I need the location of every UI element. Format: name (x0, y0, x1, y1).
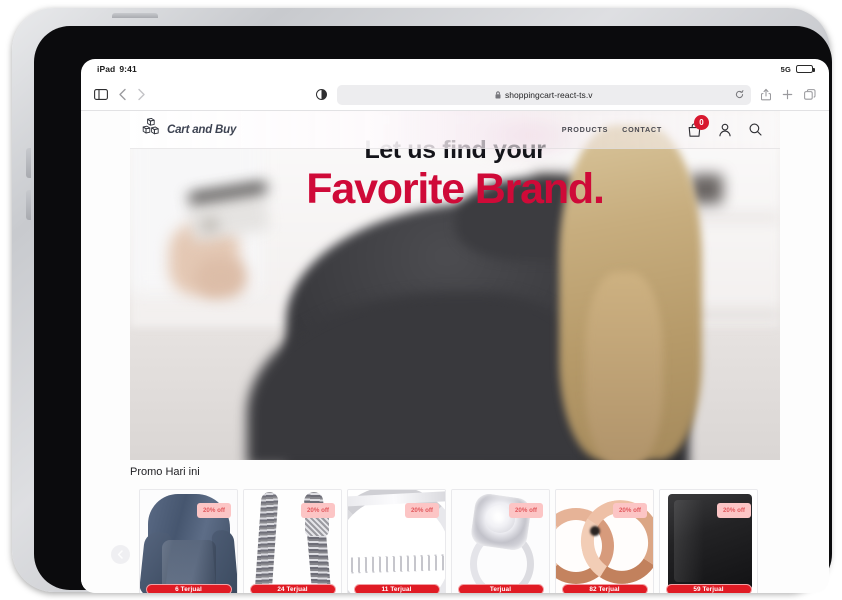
url-bar[interactable]: shoppingcart-react-ts.v (337, 84, 751, 105)
promo-carousel: 20% off 6 Terjual 20% off 24 Terjual 20% off… (81, 489, 829, 593)
lock-icon (495, 90, 501, 99)
volume-down-button[interactable] (26, 190, 31, 220)
device-bezel: iPad 9:41 5G shoppingcart-react-ts.v Let… (34, 26, 832, 593)
discount-badge: 20% off (196, 503, 231, 518)
web-page-viewport: Let us find your Favorite Brand. Cart an… (81, 111, 829, 593)
new-tab-icon[interactable] (782, 89, 793, 100)
status-bar-left: iPad 9:41 (97, 64, 137, 74)
sold-count-pill: 11 Terjual (353, 584, 440, 593)
search-icon[interactable] (749, 123, 762, 136)
carousel-prev-button[interactable] (111, 545, 130, 564)
battery-icon (796, 64, 815, 74)
discount-badge: 20% off (716, 503, 751, 518)
back-icon[interactable] (118, 88, 127, 101)
product-card[interactable]: 20% off 59 Terjual (659, 489, 758, 593)
nav-item-products[interactable]: PRODUCTS (562, 125, 608, 134)
status-device-label: iPad (97, 64, 116, 74)
promo-section: Promo Hari ini 20% off 6 Terjual 20% off 24… (81, 466, 829, 593)
boxes-logo-icon (142, 117, 161, 141)
brand-logo-link[interactable]: Cart and Buy (130, 117, 237, 141)
share-icon[interactable] (761, 88, 771, 101)
product-card[interactable]: 20% off 11 Terjual (347, 489, 446, 593)
reload-icon[interactable] (735, 86, 744, 104)
network-type-label: 5G (780, 64, 791, 74)
status-bar-right: 5G (780, 64, 815, 74)
sold-count-pill: Terjual (457, 584, 544, 593)
ipad-device-frame: iPad 9:41 5G shoppingcart-react-ts.v Let… (12, 8, 832, 593)
power-button[interactable] (112, 13, 158, 18)
cart-count-badge: 0 (694, 114, 709, 130)
sold-count-pill: 82 Terjual (561, 584, 648, 593)
reader-contrast-icon[interactable] (316, 89, 327, 100)
volume-up-button[interactable] (26, 148, 31, 178)
url-text: shoppingcart-react-ts.v (504, 89, 593, 100)
promo-carousel-track[interactable]: 20% off 6 Terjual 20% off 24 Terjual 20% off… (81, 489, 829, 593)
product-card[interactable]: 20% off 24 Terjual (243, 489, 342, 593)
browser-toolbar: shoppingcart-react-ts.v (81, 79, 829, 111)
hero-banner: Let us find your Favorite Brand. (130, 111, 780, 460)
sidebar-icon[interactable] (94, 89, 108, 100)
sold-count-pill: 24 Terjual (249, 584, 336, 593)
brand-name: Cart and Buy (167, 123, 237, 136)
discount-badge: 20% off (300, 503, 335, 518)
product-card[interactable]: 20% off 6 Terjual (139, 489, 238, 593)
main-navigation: PRODUCTS CONTACT (562, 125, 662, 134)
sold-count-pill: 59 Terjual (665, 584, 752, 593)
product-card[interactable]: 20% off Terjual (451, 489, 550, 593)
nav-item-contact[interactable]: CONTACT (622, 125, 662, 134)
forward-icon[interactable] (137, 88, 146, 101)
status-bar: iPad 9:41 5G (81, 59, 829, 79)
discount-badge: 20% off (508, 503, 543, 518)
discount-badge: 20% off (612, 503, 647, 518)
toolbar-right-actions (761, 88, 816, 101)
user-icon[interactable] (719, 123, 731, 137)
hero-headline-secondary: Favorite Brand. (306, 164, 605, 213)
tabs-icon[interactable] (804, 89, 816, 100)
sold-count-pill: 6 Terjual (145, 584, 232, 593)
device-screen: iPad 9:41 5G shoppingcart-react-ts.v Let… (81, 59, 829, 593)
discount-badge: 20% off (404, 503, 439, 518)
shopping-bag-icon[interactable]: 0 (688, 114, 709, 137)
page-left-margin (81, 111, 130, 466)
page-right-margin (780, 111, 829, 593)
promo-section-title: Promo Hari ini (130, 466, 200, 478)
site-header: Cart and Buy PRODUCTS CONTACT 0 (130, 111, 780, 149)
header-action-icons: 0 (688, 114, 780, 137)
status-clock: 9:41 (119, 64, 137, 74)
product-card[interactable]: 20% off 82 Terjual (555, 489, 654, 593)
